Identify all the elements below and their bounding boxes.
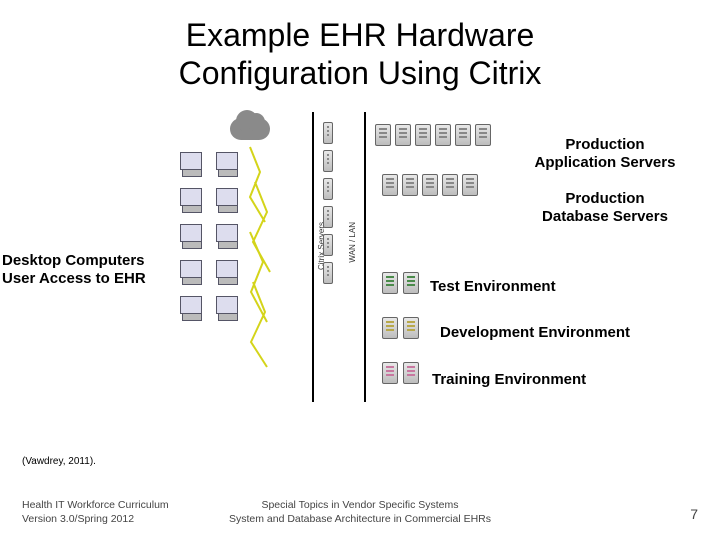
server-icon <box>382 317 398 339</box>
desktop-icon <box>180 188 202 206</box>
label-app-line1: Production <box>565 136 644 153</box>
slide: Example EHR Hardware Configuration Using… <box>0 0 720 540</box>
label-app-line2: Application Servers <box>535 154 676 171</box>
desktop-grid <box>180 152 238 314</box>
server-icon <box>403 272 419 294</box>
desktop-icon <box>216 188 238 206</box>
citation: (Vawdrey, 2011). <box>22 456 96 467</box>
footer-center-line1: Special Topics in Vendor Specific System… <box>261 499 458 511</box>
server-icon <box>323 262 333 284</box>
server-icon <box>323 178 333 200</box>
server-icon <box>323 234 333 256</box>
server-icon <box>382 174 398 196</box>
desktop-icon <box>216 224 238 242</box>
server-icon <box>382 362 398 384</box>
server-icon <box>403 362 419 384</box>
footer-center-line2: System and Database Architecture in Comm… <box>229 513 491 525</box>
db-server-row <box>382 174 478 196</box>
server-icon <box>395 124 411 146</box>
slide-title: Example EHR Hardware Configuration Using… <box>0 16 720 93</box>
network-links <box>245 142 315 382</box>
label-app-servers: Production Application Servers <box>500 136 710 172</box>
test-server-pair <box>382 272 419 294</box>
title-line-2: Configuration Using Citrix <box>179 55 542 91</box>
desktop-icon <box>216 260 238 278</box>
label-db-servers: Production Database Servers <box>500 190 710 226</box>
label-db-line2: Database Servers <box>542 208 668 225</box>
server-icon <box>475 124 491 146</box>
cloud-icon <box>230 118 270 140</box>
server-icon <box>323 206 333 228</box>
train-server-pair <box>382 362 419 384</box>
server-icon <box>415 124 431 146</box>
desktop-icon <box>180 224 202 242</box>
server-icon <box>382 272 398 294</box>
server-icon <box>435 124 451 146</box>
label-desktop-line2: User Access to EHR <box>2 270 146 287</box>
footer-center: Special Topics in Vendor Specific System… <box>0 498 720 526</box>
server-icon <box>323 122 333 144</box>
server-icon <box>455 124 471 146</box>
server-icon <box>323 150 333 172</box>
citrix-server-column <box>323 122 333 284</box>
label-desktop-computers: Desktop Computers User Access to EHR <box>2 252 167 288</box>
desktop-icon <box>216 152 238 170</box>
architecture-diagram: Citrix Servers WAN / LAN <box>190 112 490 412</box>
page-number: 7 <box>690 506 698 522</box>
desktop-icon <box>180 296 202 314</box>
label-db-line1: Production <box>565 190 644 207</box>
server-icon <box>402 174 418 196</box>
desktop-icon <box>180 260 202 278</box>
server-icon <box>422 174 438 196</box>
label-desktop-line1: Desktop Computers <box>2 252 145 269</box>
app-server-row <box>375 124 491 146</box>
server-icon <box>462 174 478 196</box>
server-icon <box>375 124 391 146</box>
vlabel-wan: WAN / LAN <box>348 222 357 263</box>
dev-server-pair <box>382 317 419 339</box>
desktop-icon <box>216 296 238 314</box>
server-icon <box>403 317 419 339</box>
server-icon <box>442 174 458 196</box>
divider-line-2 <box>364 112 366 402</box>
desktop-icon <box>180 152 202 170</box>
title-line-1: Example EHR Hardware <box>186 17 535 53</box>
